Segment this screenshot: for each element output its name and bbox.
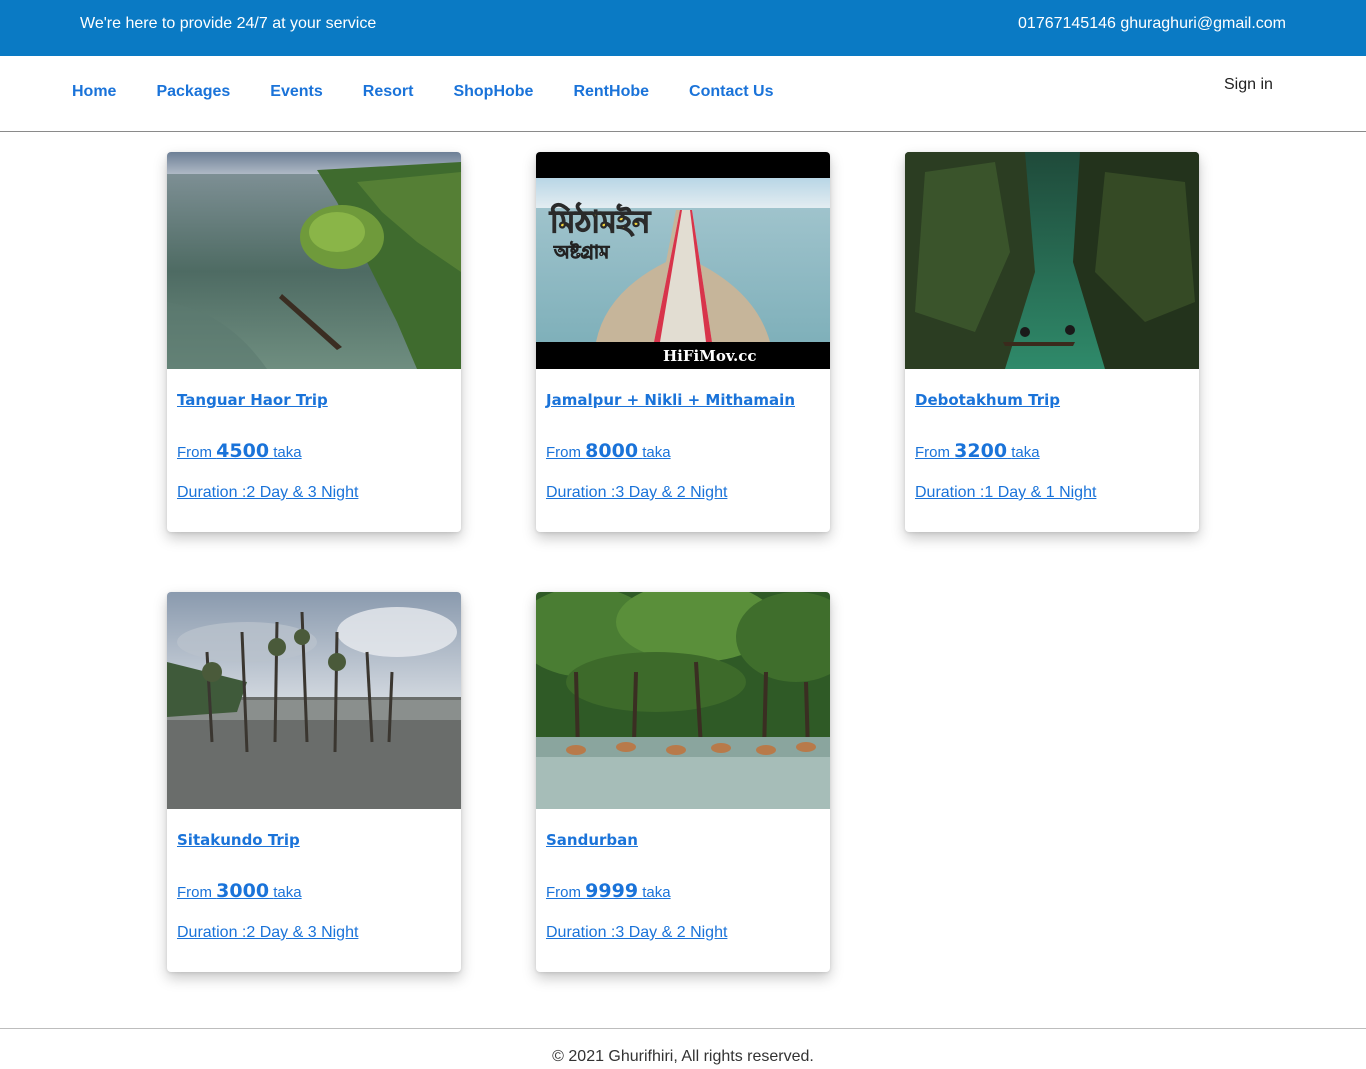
price-suffix: taka — [642, 444, 671, 461]
copyright-text: © 2021 Ghurifhiri, All rights reserved. — [552, 1048, 814, 1065]
package-title[interactable]: Debotakhum Trip — [915, 391, 1060, 409]
image-subtitle-bn: অষ্টগ্রাম — [553, 241, 610, 263]
price-amount: 8000 — [585, 440, 639, 462]
package-image-debotakhum[interactable] — [905, 152, 1199, 369]
price-prefix: From — [915, 444, 950, 461]
price-prefix: From — [546, 884, 581, 901]
package-price[interactable]: From 3000 taka — [177, 880, 302, 902]
package-duration[interactable]: Duration :2 Day & 3 Night — [177, 924, 358, 942]
package-price[interactable]: From 9999 taka — [546, 880, 671, 902]
price-suffix: taka — [273, 884, 302, 901]
package-image-mithamain[interactable]: মিঠামইন অষ্টগ্রাম HiFiMov.cc — [536, 152, 830, 369]
package-price[interactable]: From 3200 taka — [915, 440, 1040, 462]
package-card: Tanguar Haor Trip From 4500 taka Duratio… — [167, 152, 461, 532]
package-price[interactable]: From 8000 taka — [546, 440, 671, 462]
nav-home[interactable]: Home — [72, 83, 116, 101]
price-amount: 9999 — [585, 880, 639, 902]
sign-in-link[interactable]: Sign in — [1224, 76, 1273, 94]
price-suffix: taka — [1011, 444, 1040, 461]
image-watermark: HiFiMov.cc — [663, 347, 757, 365]
package-image-tanguar-haor[interactable] — [167, 152, 461, 369]
package-image-sandurban[interactable] — [536, 592, 830, 809]
package-card: Debotakhum Trip From 3200 taka Duration … — [905, 152, 1199, 532]
nav-links: Home Packages Events Resort ShopHobe Ren… — [72, 83, 813, 101]
service-tagline: We're here to provide 24/7 at your servi… — [80, 15, 377, 32]
nav-contact-us[interactable]: Contact Us — [689, 83, 773, 101]
package-title[interactable]: Sitakundo Trip — [177, 831, 300, 849]
package-title[interactable]: Tanguar Haor Trip — [177, 391, 328, 409]
price-suffix: taka — [273, 444, 302, 461]
main-navbar: Home Packages Events Resort ShopHobe Ren… — [0, 56, 1366, 132]
price-amount: 3000 — [216, 880, 270, 902]
package-price[interactable]: From 4500 taka — [177, 440, 302, 462]
package-card: Sandurban From 9999 taka Duration :3 Day… — [536, 592, 830, 972]
nav-renthobe[interactable]: RentHobe — [573, 83, 649, 101]
price-prefix: From — [177, 884, 212, 901]
price-amount: 4500 — [216, 440, 270, 462]
image-title-bn: মিঠামইন — [549, 202, 651, 240]
nav-packages[interactable]: Packages — [156, 83, 230, 101]
package-duration[interactable]: Duration :2 Day & 3 Night — [177, 484, 358, 502]
price-suffix: taka — [642, 884, 671, 901]
package-duration[interactable]: Duration :1 Day & 1 Night — [915, 484, 1096, 502]
nav-events[interactable]: Events — [270, 83, 322, 101]
package-card: মিঠামইন অষ্টগ্রাম HiFiMov.cc Jamalpur + … — [536, 152, 830, 532]
package-card: Sitakundo Trip From 3000 taka Duration :… — [167, 592, 461, 972]
nav-shophobe[interactable]: ShopHobe — [453, 83, 533, 101]
price-prefix: From — [177, 444, 212, 461]
package-title[interactable]: Jamalpur + Nikli + Mithamain — [546, 391, 795, 409]
price-amount: 3200 — [954, 440, 1008, 462]
package-image-sitakundo[interactable] — [167, 592, 461, 809]
price-prefix: From — [546, 444, 581, 461]
package-duration[interactable]: Duration :3 Day & 2 Night — [546, 484, 727, 502]
package-title[interactable]: Sandurban — [546, 831, 638, 849]
nav-resort[interactable]: Resort — [363, 83, 414, 101]
footer: © 2021 Ghurifhiri, All rights reserved. — [0, 1028, 1366, 1069]
top-info-bar: We're here to provide 24/7 at your servi… — [0, 0, 1366, 56]
contact-info: 01767145146 ghuraghuri@gmail.com — [1018, 15, 1286, 32]
package-duration[interactable]: Duration :3 Day & 2 Night — [546, 924, 727, 942]
